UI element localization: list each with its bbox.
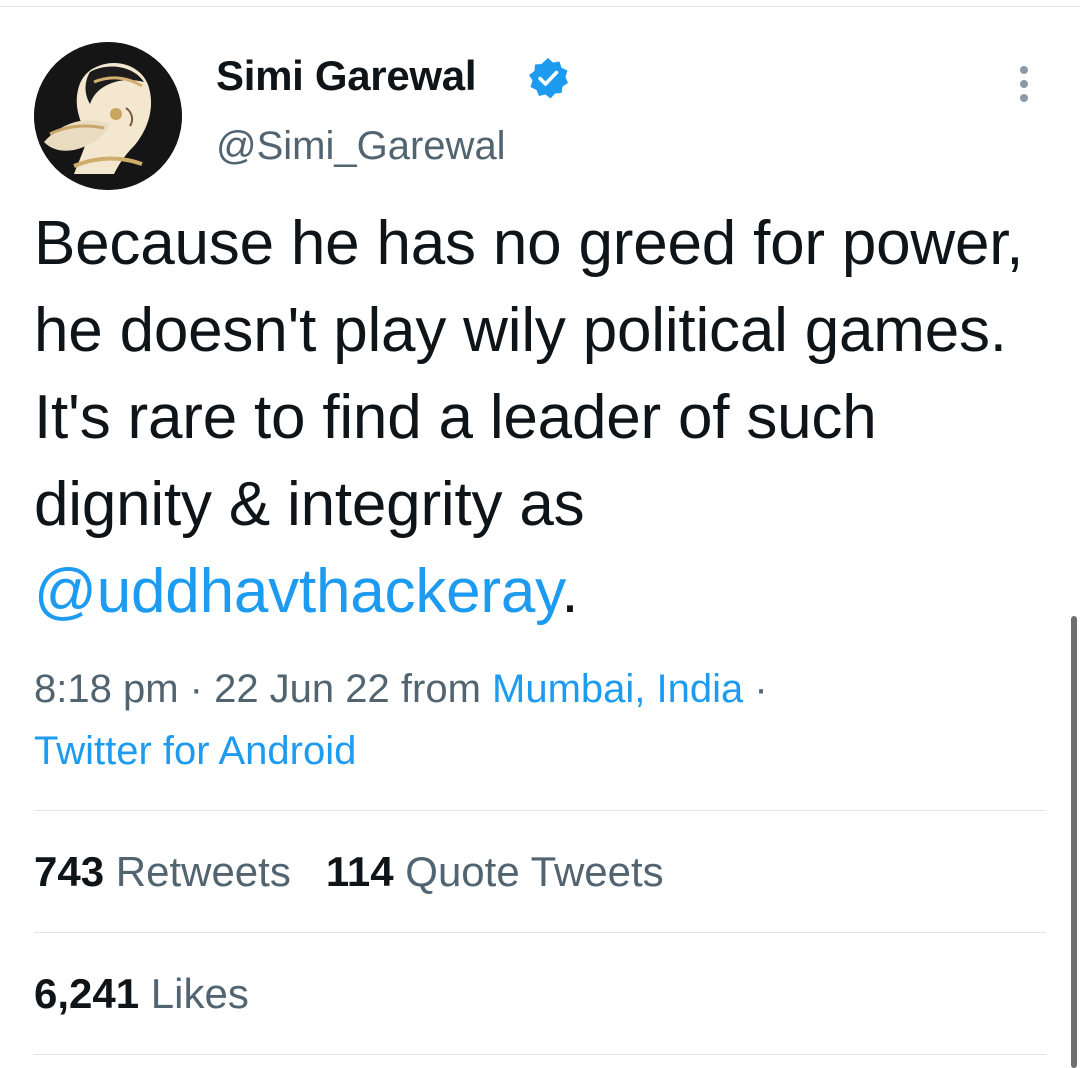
meta-separator: · <box>178 667 215 711</box>
quote-tweets-label: Quote Tweets <box>405 848 664 895</box>
quote-tweets-count: 114 <box>325 848 394 895</box>
scrollbar[interactable] <box>1071 616 1077 1068</box>
likes-stats-row: 6,241 Likes <box>34 970 249 1018</box>
tweet-date[interactable]: 22 Jun 22 <box>214 667 390 711</box>
author-name[interactable]: Simi Garewal <box>216 52 477 100</box>
retweet-stats-row: 743 Retweets 114 Quote Tweets <box>34 848 664 896</box>
likes-stat[interactable]: 6,241 Likes <box>34 970 249 1017</box>
meta-separator-2: · <box>743 667 768 711</box>
top-divider <box>0 6 1080 7</box>
avatar-illustration <box>34 42 182 190</box>
location-link[interactable]: Mumbai, India <box>492 667 743 711</box>
more-options-button[interactable] <box>1006 62 1042 106</box>
divider-between-stats <box>34 932 1046 933</box>
retweets-stat[interactable]: 743 Retweets <box>34 848 291 895</box>
tweet-body-text: Because he has no greed for power, he do… <box>34 209 1024 539</box>
quote-tweets-stat[interactable]: 114 Quote Tweets <box>326 848 664 895</box>
divider-below-likes <box>34 1054 1046 1055</box>
likes-label: Likes <box>150 970 249 1017</box>
author-handle[interactable]: @Simi_Garewal <box>216 124 506 169</box>
retweets-label: Retweets <box>115 848 291 895</box>
client-link[interactable]: Twitter for Android <box>34 729 356 773</box>
more-vertical-icon <box>1020 66 1028 102</box>
mention-link[interactable]: @uddhavthackeray <box>34 557 562 626</box>
tweet-trailing-text: . <box>561 557 579 626</box>
tweet-time[interactable]: 8:18 pm <box>34 667 179 711</box>
from-label: from <box>389 667 493 711</box>
tweet-text: Because he has no greed for power, he do… <box>34 200 1054 635</box>
likes-count: 6,241 <box>34 970 140 1017</box>
avatar[interactable] <box>34 42 182 190</box>
tweet-metadata: 8:18 pm · 22 Jun 22 from Mumbai, India ·… <box>34 658 1034 782</box>
verified-badge-icon <box>526 56 570 100</box>
retweets-count: 743 <box>34 848 105 895</box>
tweet-detail-view: Simi Garewal @Simi_Garewal Because he ha… <box>0 0 1080 1068</box>
divider-above-stats <box>34 810 1046 811</box>
